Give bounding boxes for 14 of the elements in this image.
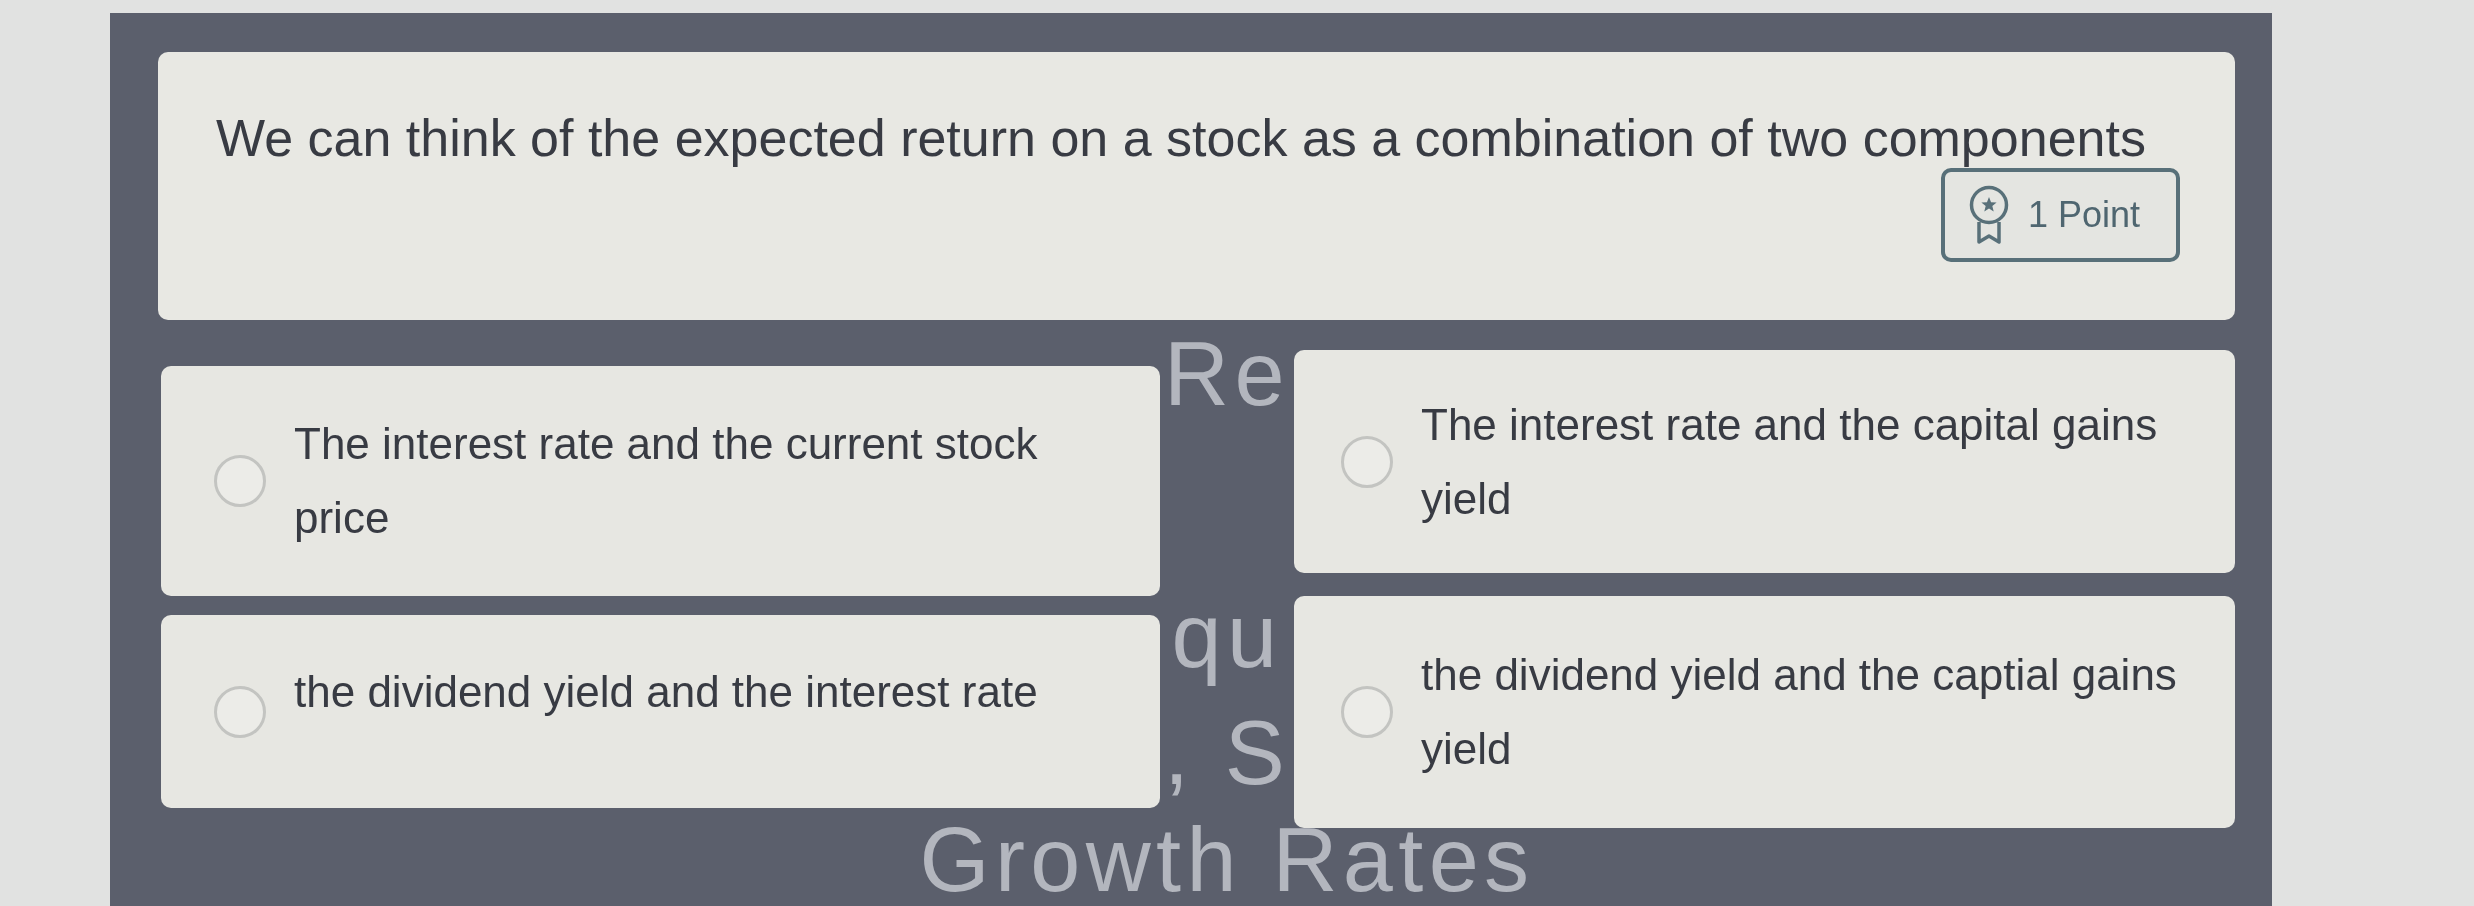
answer-option[interactable]: The interest rate and the current stock price: [161, 366, 1160, 596]
radio-button[interactable]: [214, 455, 266, 507]
background-title-text: Re: [1164, 323, 1290, 426]
answer-option[interactable]: the dividend yield and the interest rate: [161, 615, 1160, 808]
radio-button[interactable]: [1341, 435, 1393, 488]
answer-option[interactable]: the dividend yield and the captial gains yield: [1294, 596, 2235, 828]
radio-button[interactable]: [214, 685, 266, 738]
background-title-text: qu: [1171, 585, 1283, 688]
question-text: We can think of the expected return on a stock as a combination of two components: [216, 108, 2146, 168]
medal-icon: [1967, 185, 2010, 245]
points-label: 1 Point: [2027, 195, 2140, 235]
background-title-text: , S: [1163, 702, 1291, 805]
answer-option[interactable]: The interest rate and the capital gains yield: [1294, 350, 2235, 573]
radio-button[interactable]: [1341, 686, 1393, 738]
